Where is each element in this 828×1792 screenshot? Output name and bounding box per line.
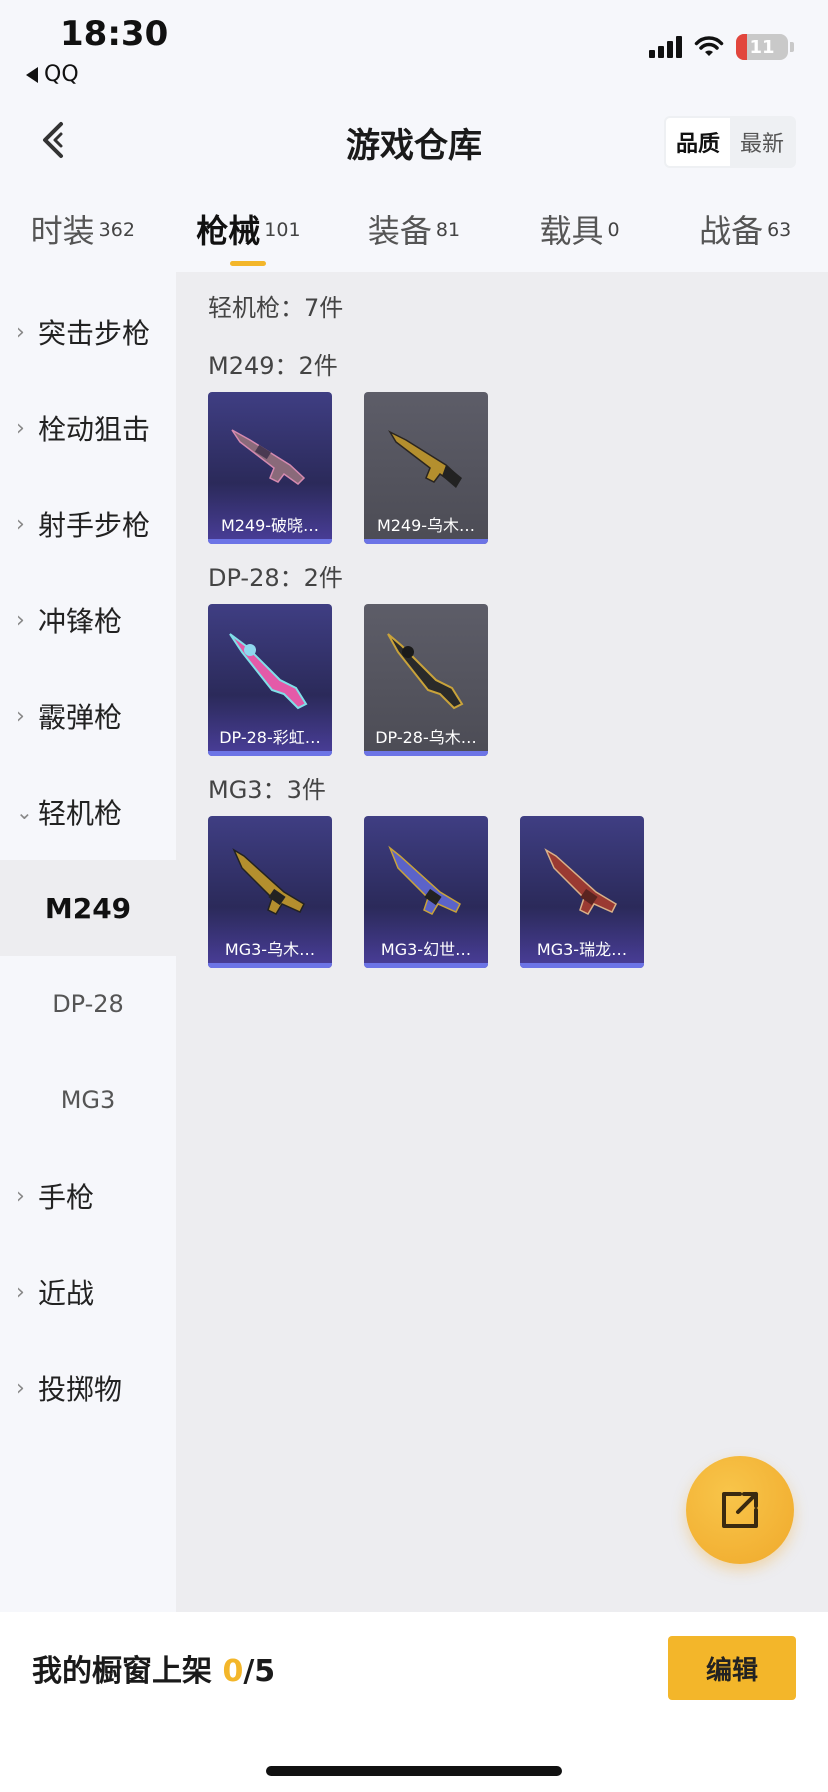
group-title-dp28: DP-28：2件 [208,564,343,592]
sidebar-item-smg[interactable]: › 冲锋枪 [0,572,176,668]
group-title-mg3: MG3：3件 [208,776,326,804]
weapon-card-mg3-ebony[interactable]: MG3-乌木… [208,816,332,968]
wifi-icon [694,36,724,56]
sort-quality-button[interactable]: 品质 [665,118,730,166]
tab-equipment[interactable]: 装备 81 [331,200,497,272]
battery-level: 11 [749,36,775,58]
chevron-right-icon: › [16,703,25,729]
tab-count: 0 [607,218,620,241]
chevron-right-icon: › [16,319,25,345]
sort-newest-button[interactable]: 最新 [730,118,794,166]
status-time: 18:30 [60,14,169,54]
chevron-right-icon: › [16,1375,25,1401]
sidebar-item-label: 栓动狙击 [38,413,151,446]
chevron-down-icon: ⌄ [16,800,33,824]
tab-label: 时装 [30,212,95,250]
chevron-right-icon: › [16,1183,25,1209]
sidebar-item-marksman-rifle[interactable]: › 射手步枪 [0,476,176,572]
weapon-card-name: DP-28-乌木… [375,728,477,747]
sidebar-item-label: 投掷物 [38,1373,123,1406]
cellular-signal-icon [649,36,682,58]
tab-fashion[interactable]: 时装 362 [0,200,166,272]
sidebar-item-shotgun[interactable]: › 霰弹枪 [0,668,176,764]
status-icons: 11 [649,34,794,60]
share-button[interactable] [686,1456,794,1564]
sidebar-item-label: 近战 [38,1277,95,1310]
showcase-current-count: 0 [222,1654,244,1689]
tab-label: 载具 [539,212,604,250]
chevron-right-icon: › [16,607,25,633]
sidebar-item-assault-rifle[interactable]: › 突击步枪 [0,284,176,380]
rifle-image-icon [388,430,462,488]
rifle-image-icon [229,633,308,710]
sort-toggle: 品质 最新 [663,116,796,168]
status-back-label: QQ [44,62,79,87]
sidebar-item-throwable[interactable]: › 投掷物 [0,1340,176,1436]
status-bar: 18:30 QQ 11 [0,0,828,100]
sidebar-item-pistol[interactable]: › 手枪 [0,1148,176,1244]
tab-count: 81 [435,218,461,241]
chevron-right-icon: › [16,415,25,441]
sidebar-item-lmg[interactable]: ⌄ 轻机枪 [0,764,176,860]
sidebar-item-label: 轻机枪 [38,797,123,830]
weapon-list: 轻机枪：7件 M249：2件 M249-破晓… M249-乌木… DP-28：2… [176,272,828,1612]
share-external-icon [722,1492,758,1528]
weapon-card-name: M249-破晓… [220,516,320,535]
category-tabs: 时装 362 枪械 101 装备 81 载具 0 战备 63 [0,200,828,272]
weapon-category-sidebar: › 突击步枪 › 栓动狙击 › 射手步枪 › 冲锋枪 › 霰弹枪 ⌄ 轻机枪 M… [0,272,176,1612]
weapon-card-name: MG3-乌木… [224,940,316,959]
sidebar-item-bolt-sniper[interactable]: › 栓动狙击 [0,380,176,476]
tab-weapons[interactable]: 枪械 101 [166,200,332,272]
weapon-card-mg3-dragon[interactable]: MG3-瑞龙… [520,816,644,968]
tab-count: 63 [767,218,792,241]
showcase-bar: 我的橱窗上架 0/5 编辑 [0,1612,828,1792]
edit-button[interactable]: 编辑 [668,1636,796,1700]
home-indicator[interactable] [266,1766,562,1776]
weapon-card-dp28-ebony[interactable]: DP-28-乌木… [364,604,488,756]
sidebar-item-label: 射手步枪 [38,509,151,542]
sidebar-subitem-mg3[interactable]: MG3 [0,1052,176,1148]
rifle-image-icon [232,848,305,915]
group-title-m249: M249：2件 [208,352,338,380]
tab-count: 362 [98,218,135,241]
weapon-card-m249-ebony[interactable]: M249-乌木… [364,392,488,544]
weapon-card-mg3-fantasy[interactable]: MG3-幻世… [364,816,488,968]
weapon-card-dp28-rainbow[interactable]: DP-28-彩虹… [208,604,332,756]
rifle-image-icon [388,845,461,915]
weapon-card-name: MG3-瑞龙… [536,940,628,959]
weapon-card-name: MG3-幻世… [380,940,472,959]
showcase-status: 我的橱窗上架 0/5 [32,1646,275,1690]
back-triangle-icon [26,66,38,83]
showcase-label: 我的橱窗上架 [32,1654,223,1689]
weapon-card-name: DP-28-彩虹… [219,728,321,747]
rifle-image-icon [544,848,617,915]
tab-vehicles[interactable]: 载具 0 [497,200,663,272]
tab-count: 101 [264,218,301,241]
tab-combat-supplies[interactable]: 战备 63 [662,200,828,272]
weapon-card-name: M249-乌木… [376,516,476,535]
chevron-right-icon: › [16,511,25,537]
sidebar-item-melee[interactable]: › 近战 [0,1244,176,1340]
tab-label: 枪械 [196,212,261,250]
rifle-image-icon [231,429,306,485]
status-back-to-app[interactable]: QQ [26,62,79,87]
rifle-image-icon [387,633,464,710]
tab-label: 装备 [367,212,432,250]
chevron-right-icon: › [16,1279,25,1305]
sidebar-item-label: 突击步枪 [38,317,151,350]
sidebar-subitem-m249[interactable]: M249 [0,860,176,956]
sidebar-item-label: 霰弹枪 [38,701,123,734]
tab-active-indicator [230,261,267,266]
tab-label: 战备 [699,212,764,250]
weapon-card-m249-dawn[interactable]: M249-破晓… [208,392,332,544]
sidebar-subitem-dp28[interactable]: DP-28 [0,956,176,1052]
header: 游戏仓库 品质 最新 [0,100,828,180]
sidebar-item-label: 冲锋枪 [38,605,123,638]
category-title: 轻机枪：7件 [208,294,344,322]
battery-icon: 11 [736,34,788,60]
sidebar-item-label: 手枪 [38,1181,95,1214]
showcase-total-count: /5 [243,1654,276,1689]
